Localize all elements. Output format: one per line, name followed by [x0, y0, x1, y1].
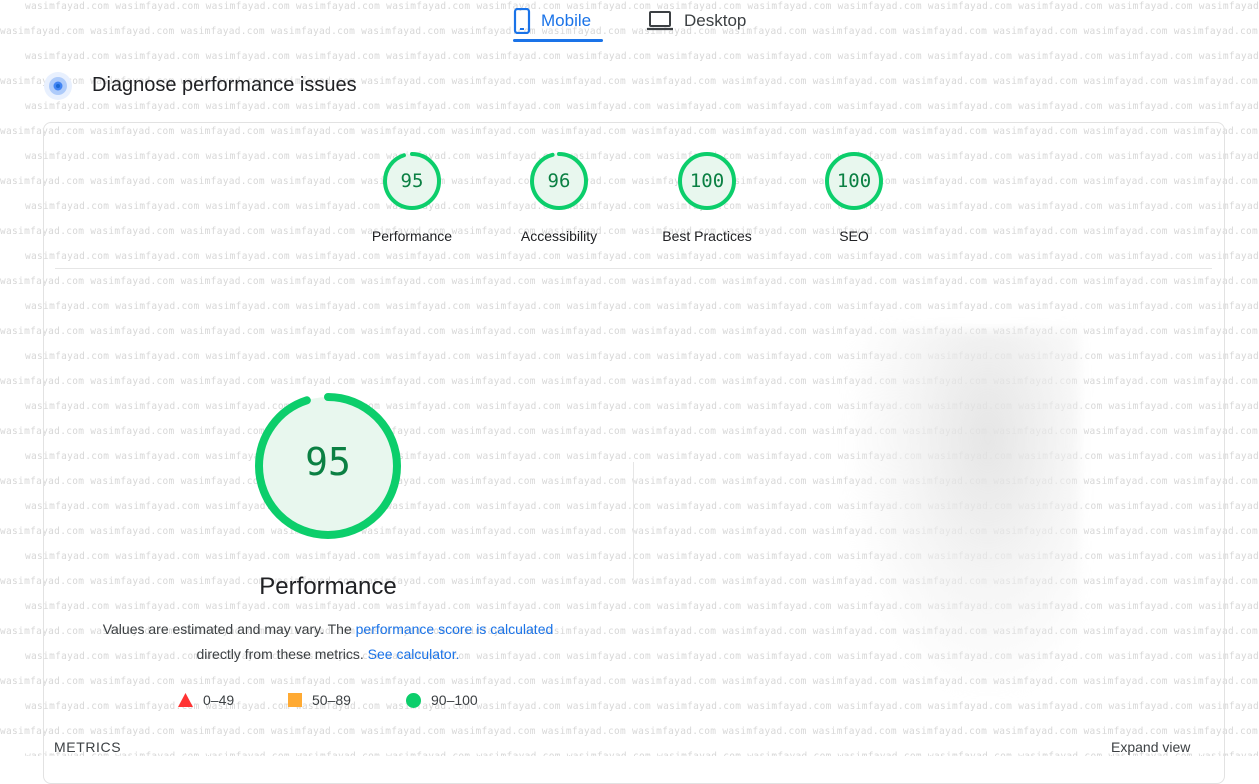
legend-pass-range: 90–100: [431, 692, 478, 708]
gauge-accessibility-score: 96: [547, 170, 571, 192]
performance-gauge-large: 95: [254, 392, 402, 540]
gauge-performance-label: Performance: [371, 228, 453, 244]
see-calculator-link[interactable]: See calculator.: [368, 646, 460, 662]
description-text: Values are estimated and may vary. The: [102, 621, 356, 637]
smartphone-icon: [513, 8, 531, 34]
legend-fail-range: 0–49: [203, 692, 235, 708]
laptop-icon: [647, 11, 673, 31]
gauge-performance[interactable]: 95 Performance: [362, 151, 462, 244]
gauge-accessibility[interactable]: 96 Accessibility: [509, 151, 609, 244]
description-text: directly from these metrics.: [196, 646, 368, 662]
page-screenshot-thumbnail: [850, 330, 1080, 690]
metrics-heading: METRICS: [54, 739, 122, 755]
card-divider: [55, 268, 1212, 269]
gauge-performance-score: 95: [400, 170, 424, 192]
tab-desktop[interactable]: Desktop: [646, 0, 746, 42]
gauge-seo[interactable]: 100 SEO: [804, 151, 904, 244]
gauge-seo-score: 100: [836, 170, 872, 192]
gauge-best-practices[interactable]: 100 Best Practices: [652, 151, 762, 244]
square-icon: [288, 693, 302, 707]
triangle-icon: [178, 693, 193, 707]
performance-title: Performance: [259, 573, 397, 600]
legend-average-range: 50–89: [312, 692, 351, 708]
gauge-seo-label: SEO: [839, 228, 869, 244]
legend-average: 50–89: [288, 692, 351, 708]
circle-icon: [406, 692, 421, 708]
score-calculated-link[interactable]: performance score is calculated: [356, 621, 554, 637]
gauge-best-practices-label: Best Practices: [662, 228, 752, 244]
tab-mobile-label: Mobile: [541, 11, 592, 30]
performance-description-line1: Values are estimated and may vary. The p…: [80, 621, 576, 637]
lab-data-icon: [44, 72, 72, 100]
legend-pass: 90–100: [406, 692, 478, 708]
section-title: Diagnose performance issues: [92, 74, 357, 96]
expand-view-button[interactable]: Expand view: [1111, 739, 1190, 755]
performance-description-line2: directly from these metrics. See calcula…: [80, 646, 576, 662]
tab-desktop-label: Desktop: [684, 11, 747, 30]
vertical-divider: [633, 462, 634, 580]
gauge-best-practices-score: 100: [689, 170, 725, 192]
legend-fail: 0–49: [178, 692, 234, 708]
gauge-accessibility-label: Accessibility: [520, 228, 598, 244]
performance-score-large: 95: [305, 440, 351, 484]
tab-mobile[interactable]: Mobile: [513, 0, 603, 42]
